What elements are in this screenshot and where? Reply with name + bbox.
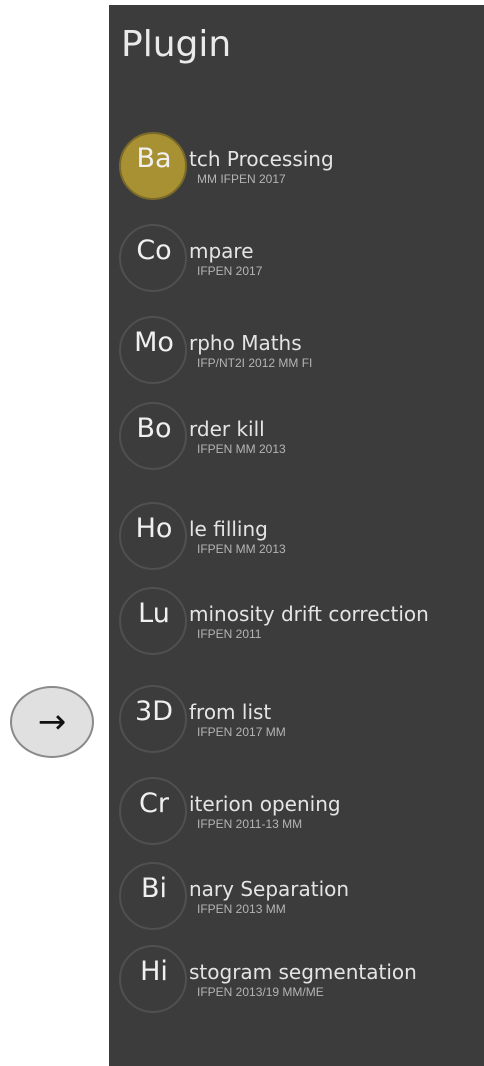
plugin-item-compare[interactable]: Co mpare IFPEN 2017 (119, 224, 481, 296)
plugin-abbr: Ho (135, 513, 173, 544)
plugin-item-criterion-opening[interactable]: Cr iterion opening IFPEN 2011-13 MM (119, 777, 481, 849)
plugin-abbr: Mo (134, 327, 174, 358)
right-arrow-icon: → (37, 702, 67, 742)
plugin-credit: IFPEN 2013/19 MM/ME (197, 985, 324, 999)
plugin-credit: IFPEN 2013 MM (197, 902, 286, 916)
plugin-item-3d-from-list[interactable]: 3D from list IFPEN 2017 MM (119, 685, 481, 757)
plugin-abbr: Bo (136, 413, 172, 444)
plugin-name: from list (189, 700, 272, 724)
plugin-credit: IFP/NT2I 2012 MM FI (197, 356, 313, 370)
plugin-abbr: Hi (140, 956, 168, 987)
plugin-abbr: 3D (135, 696, 173, 727)
plugin-item-binary-separation[interactable]: Bi nary Separation IFPEN 2013 MM (119, 862, 481, 934)
plugin-name: stogram segmentation (189, 960, 417, 984)
plugin-item-border-kill[interactable]: Bo rder kill IFPEN MM 2013 (119, 402, 481, 474)
plugin-abbr: Bi (140, 873, 168, 904)
plugin-abbr: Lu (138, 598, 170, 629)
plugin-item-hole-filling[interactable]: Ho le filling IFPEN MM 2013 (119, 502, 481, 574)
plugin-name: tch Processing (189, 147, 334, 171)
plugin-item-luminosity-drift-correction[interactable]: Lu minosity drift correction IFPEN 2011 (119, 587, 481, 659)
plugin-name: le filling (189, 517, 268, 541)
plugin-name: nary Separation (189, 877, 350, 901)
plugin-panel: Plugin Ba tch Processing MM IFPEN 2017 C… (109, 5, 484, 1066)
plugin-credit: IFPEN MM 2013 (197, 442, 286, 456)
plugin-item-batch-processing[interactable]: Ba tch Processing MM IFPEN 2017 (119, 132, 481, 204)
plugin-item-morpho-maths[interactable]: Mo rpho Maths IFP/NT2I 2012 MM FI (119, 316, 481, 388)
plugin-abbr: Co (136, 235, 172, 266)
plugin-credit: IFPEN MM 2013 (197, 542, 286, 556)
plugin-name: iterion opening (189, 792, 341, 816)
plugin-credit: IFPEN 2011-13 MM (197, 817, 303, 831)
plugin-name: rpho Maths (189, 331, 302, 355)
plugin-abbr: Ba (136, 143, 172, 174)
plugin-name: mpare (189, 239, 254, 263)
plugin-credit: IFPEN 2017 (197, 264, 263, 278)
plugin-item-histogram-segmentation[interactable]: Hi stogram segmentation IFPEN 2013/19 MM… (119, 945, 481, 1017)
plugin-abbr: Cr (139, 788, 169, 819)
plugin-name: rder kill (189, 417, 265, 441)
panel-title: Plugin (121, 24, 232, 65)
plugin-credit: IFPEN 2017 MM (197, 725, 286, 739)
plugin-credit: MM IFPEN 2017 (197, 172, 286, 186)
plugin-name: minosity drift correction (189, 602, 429, 626)
plugin-credit: IFPEN 2011 (197, 627, 262, 641)
next-arrow-button[interactable]: → (10, 686, 94, 758)
